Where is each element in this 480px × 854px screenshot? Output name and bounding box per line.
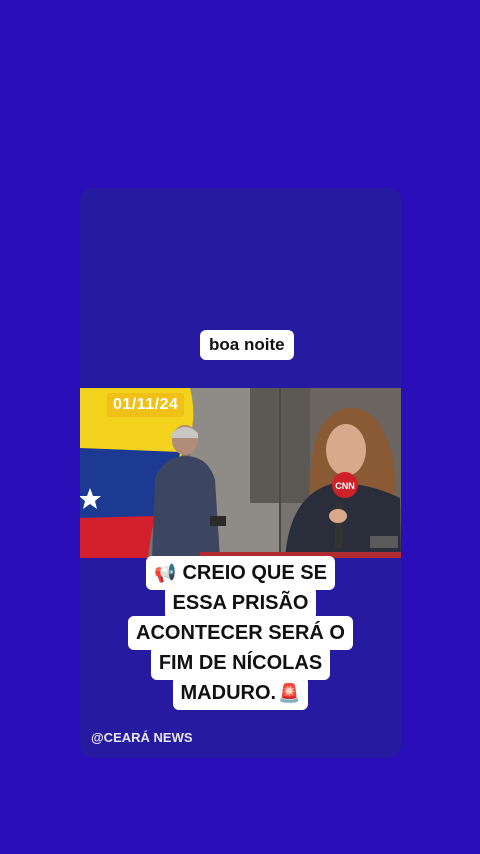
watermark: @CEARÁ NEWS	[91, 730, 193, 745]
greeting-label: boa noite	[200, 330, 294, 360]
caption-line-1: 📢 CREIO QUE SE	[146, 556, 335, 590]
caption-line-2: ESSA PRISÃO	[164, 586, 317, 620]
video-frame[interactable]: CNN 01/11/24	[80, 388, 401, 558]
caption-text-5: MADURO.	[180, 682, 277, 704]
caption-block: 📢 CREIO QUE SE ESSA PRISÃO ACONTECER SERÁ…	[80, 556, 401, 710]
caption-line-3: ACONTECER SERÁ O	[128, 616, 353, 650]
caption-text-1: CREIO QUE SE	[182, 562, 327, 584]
caption-line-5: MADURO. 🚨	[172, 676, 309, 710]
cnn-logo: CNN	[335, 481, 355, 491]
caption-line-4: FIM DE NÍCOLAS	[150, 646, 331, 680]
siren-icon: 🚨	[278, 683, 301, 703]
post-card: boa noite CNN 01/11/24 📢 CREIO QUE SE ES…	[80, 188, 401, 758]
megaphone-icon: 📢	[154, 563, 177, 583]
date-badge: 01/11/24	[107, 393, 185, 417]
